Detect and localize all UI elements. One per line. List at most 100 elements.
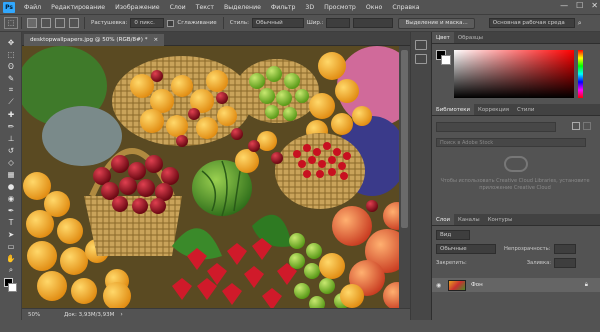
lock-label: Закрепить: [436, 260, 467, 266]
canvas-vertical-scrollbar[interactable] [399, 46, 410, 308]
type-tool-icon[interactable]: T [4, 216, 18, 228]
menu-file[interactable]: Файл [19, 4, 46, 11]
tab-libraries[interactable]: Библиотеки [432, 104, 474, 115]
tool-preset-picker[interactable]: ⬚ [4, 17, 18, 29]
rectangle-tool-icon[interactable]: ▭ [4, 240, 18, 252]
properties-panel-icon[interactable] [415, 54, 427, 64]
add-selection-mode[interactable] [41, 18, 51, 28]
menu-select[interactable]: Выделение [219, 4, 266, 11]
zoom-level[interactable]: 50% [28, 312, 56, 318]
history-panel-icon[interactable] [415, 40, 427, 50]
tab-layers[interactable]: Слои [432, 214, 455, 225]
pen-tool-icon[interactable]: ✒ [4, 204, 18, 216]
eraser-tool-icon[interactable]: ◇ [4, 156, 18, 168]
path-select-icon[interactable]: ➤ [4, 228, 18, 240]
document-tab[interactable]: desktopwallpapers.jpg @ 50% (RGB/8#) * × [24, 34, 165, 46]
color-picker-field[interactable] [454, 50, 574, 98]
menu-layers[interactable]: Слои [165, 4, 191, 11]
scrollbar-thumb[interactable] [401, 50, 408, 228]
subtract-selection-mode[interactable] [55, 18, 65, 28]
eyedropper-tool-icon[interactable]: ⟋ [4, 96, 18, 108]
layer-filter-row: Вид [436, 230, 470, 240]
menu-bar: Ps Файл Редактирование Изображение Слои … [0, 0, 600, 14]
menu-view[interactable]: Просмотр [319, 4, 361, 11]
new-selection-mode[interactable] [27, 18, 37, 28]
menu-help[interactable]: Справка [387, 4, 424, 11]
hand-tool-icon[interactable]: ✋ [4, 252, 18, 264]
document-canvas[interactable] [22, 46, 410, 308]
opacity-label: Непрозрачность: [504, 246, 551, 252]
tab-paths[interactable]: Контуры [484, 214, 517, 225]
maximize-button[interactable]: ☐ [576, 1, 583, 10]
tab-color[interactable]: Цвет [432, 32, 454, 43]
quick-select-tool-icon[interactable]: ✎ [4, 72, 18, 84]
tab-swatches[interactable]: Образцы [454, 32, 487, 43]
search-icon[interactable]: ⌕ [578, 19, 582, 28]
background-swatch[interactable] [441, 55, 451, 65]
opacity-input[interactable] [553, 244, 576, 254]
lock-icon: 🔒︎ [584, 281, 588, 288]
lasso-tool-icon[interactable]: ʘ [4, 60, 18, 72]
visibility-eye-icon[interactable]: ◉ [436, 282, 446, 289]
zoom-tool-icon[interactable]: ⌕ [4, 264, 18, 276]
window-controls: — ☐ ✕ [560, 1, 598, 10]
hue-slider[interactable] [578, 50, 583, 98]
height-input[interactable] [353, 18, 394, 28]
smooth-label: Сглаживание [177, 20, 217, 26]
menu-3d[interactable]: 3D [300, 4, 319, 11]
history-brush-icon[interactable]: ↺ [4, 144, 18, 156]
menu-window[interactable]: Окно [361, 4, 387, 11]
tab-channels[interactable]: Каналы [454, 214, 484, 225]
select-and-mask-button[interactable]: Выделение и маска... [398, 17, 475, 29]
smooth-checkbox[interactable] [167, 19, 175, 27]
close-window-button[interactable]: ✕ [591, 1, 598, 10]
menu-edit[interactable]: Редактирование [46, 4, 110, 11]
grid-view-icon[interactable] [572, 122, 580, 130]
intersect-selection-mode[interactable] [69, 18, 79, 28]
layer-thumbnail [448, 279, 466, 291]
library-panel-tabs: Библиотеки Коррекция Стили [432, 104, 600, 116]
lock-row: Закрепить: Заливка: [436, 258, 577, 268]
blend-mode-select[interactable]: Обычные [436, 244, 496, 254]
layer-name: Фон [471, 282, 483, 288]
document-tabs: desktopwallpapers.jpg @ 50% (RGB/8#) * × [22, 32, 410, 46]
divider [84, 17, 85, 29]
clone-stamp-icon[interactable]: ⊥ [4, 132, 18, 144]
style-select[interactable]: Обычный [251, 18, 304, 28]
list-view-icon[interactable] [583, 122, 591, 130]
minimize-button[interactable]: — [560, 1, 568, 10]
menu-filter[interactable]: Фильтр [266, 4, 300, 11]
blur-tool-icon[interactable]: ● [4, 180, 18, 192]
layer-row-background[interactable]: ◉ Фон 🔒︎ [432, 278, 600, 292]
library-message: Чтобы использовать Creative Cloud Librar… [440, 178, 590, 191]
status-bar: 50% Док: 3,93M/3,93M › [22, 308, 410, 320]
gradient-tool-icon[interactable]: ▦ [4, 168, 18, 180]
feather-input[interactable]: 0 пикс. [130, 18, 165, 28]
width-input[interactable] [326, 18, 351, 28]
stock-search-input[interactable]: Поиск в Adobe Stock [436, 138, 586, 147]
divider [222, 17, 224, 29]
crop-tool-icon[interactable]: ⌗ [4, 84, 18, 96]
layers-panel-tabs: Слои Каналы Контуры [432, 214, 600, 226]
close-tab-icon[interactable]: × [154, 37, 159, 43]
tab-adjustments[interactable]: Коррекция [474, 104, 513, 115]
layer-kind-filter[interactable]: Вид [436, 230, 470, 240]
menu-type[interactable]: Текст [191, 4, 219, 11]
chevron-right-icon[interactable]: › [120, 311, 122, 318]
healing-brush-icon[interactable]: ✚ [4, 108, 18, 120]
tab-styles[interactable]: Стили [513, 104, 538, 115]
menu-image[interactable]: Изображение [110, 4, 165, 11]
fill-input[interactable] [554, 258, 577, 268]
dodge-tool-icon[interactable]: ◉ [4, 192, 18, 204]
color-swatches[interactable] [0, 276, 22, 296]
fruit-photo [22, 46, 410, 308]
color-panel [432, 44, 600, 104]
right-panels: Цвет Образцы Библиотеки Коррекция Стили … [432, 32, 600, 320]
workspace-select[interactable]: Основная рабочая среда [488, 18, 575, 28]
library-select[interactable] [436, 122, 556, 132]
marquee-tool-icon[interactable]: ⬚ [4, 48, 18, 60]
move-tool-icon[interactable]: ✥ [4, 36, 18, 48]
background-color[interactable] [8, 283, 17, 292]
options-bar: ⬚ Растушевка: 0 пикс. Сглаживание Стиль:… [0, 14, 600, 32]
brush-tool-icon[interactable]: ✏ [4, 120, 18, 132]
